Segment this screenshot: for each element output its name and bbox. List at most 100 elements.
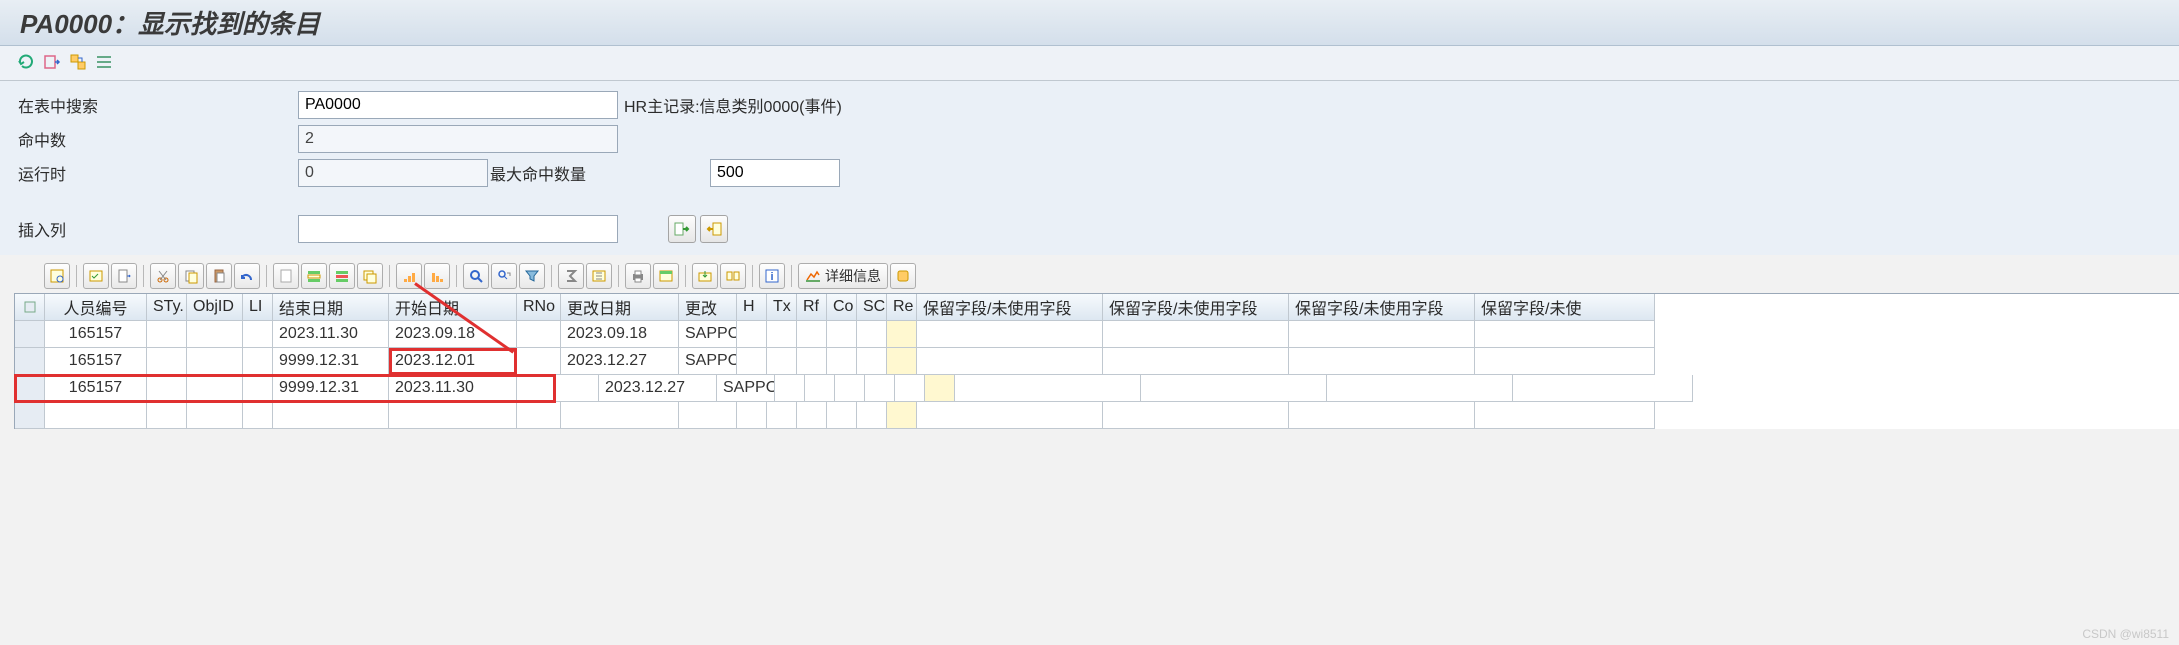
cell-changeuser: SAPPO [679, 348, 737, 375]
row-selector[interactable] [15, 321, 45, 348]
cell [147, 321, 187, 348]
table-row[interactable]: 165157 9999.12.31 2023.12.01 2023.12.27 … [15, 348, 2179, 375]
cell [955, 375, 1141, 402]
cell [1103, 402, 1289, 429]
col-sty[interactable]: STy. [147, 294, 187, 321]
table-row-empty [15, 402, 2179, 429]
col-selector[interactable] [15, 294, 45, 321]
find-icon[interactable] [463, 263, 489, 289]
col-re[interactable]: Re [887, 294, 917, 321]
hits-label: 命中数 [18, 127, 298, 151]
col-li[interactable]: LI [243, 294, 273, 321]
info-icon[interactable]: i [759, 263, 785, 289]
find-next-icon[interactable] [491, 263, 517, 289]
cell [147, 348, 187, 375]
col-objid[interactable]: ObjID [187, 294, 243, 321]
cell-pernr: 165157 [45, 348, 147, 375]
insertcol-input[interactable] [298, 215, 618, 243]
cell [857, 348, 887, 375]
cell [827, 321, 857, 348]
cell [1475, 321, 1655, 348]
duplicate-row-icon[interactable] [357, 263, 383, 289]
col-reserved-2[interactable]: 保留字段/未使用字段 [1103, 294, 1289, 321]
search-input[interactable] [298, 91, 618, 119]
attachment-icon[interactable] [890, 263, 916, 289]
cell [737, 402, 767, 429]
cell-begdate: 2023.12.01 [389, 348, 517, 375]
export-icon[interactable] [692, 263, 718, 289]
cell [187, 321, 243, 348]
navigate-icon[interactable] [40, 50, 64, 74]
col-reserved-4[interactable]: 保留字段/未使 [1475, 294, 1655, 321]
cell [1289, 348, 1475, 375]
check-icon[interactable] [83, 263, 109, 289]
row-selector[interactable] [15, 348, 45, 375]
app-toolbar [0, 46, 2179, 81]
detail-info-label: 详细信息 [825, 266, 881, 286]
cell [1289, 321, 1475, 348]
cell-re [925, 375, 955, 402]
undo-icon[interactable] [234, 263, 260, 289]
col-h[interactable]: H [737, 294, 767, 321]
cell [775, 375, 805, 402]
col-tx[interactable]: Tx [767, 294, 797, 321]
col-pernr[interactable]: 人员编号 [45, 294, 147, 321]
details-icon[interactable] [44, 263, 70, 289]
svg-text:i: i [770, 271, 773, 283]
subtotal-icon[interactable] [586, 263, 612, 289]
cell [147, 375, 187, 402]
table-row[interactable]: 165157 2023.11.30 2023.09.18 2023.09.18 … [15, 321, 2179, 348]
cell [917, 321, 1103, 348]
cell [389, 402, 517, 429]
col-enddate[interactable]: 结束日期 [273, 294, 389, 321]
table-row[interactable]: 165157 9999.12.31 2023.11.30 [15, 375, 555, 402]
col-reserved-1[interactable]: 保留字段/未使用字段 [917, 294, 1103, 321]
new-row-icon[interactable] [273, 263, 299, 289]
cell-enddate: 9999.12.31 [273, 375, 389, 402]
doc-nav-icon[interactable] [111, 263, 137, 289]
cell-changedate: 2023.12.27 [599, 375, 717, 402]
layout-icon[interactable] [653, 263, 679, 289]
cell [45, 402, 147, 429]
detail-info-button[interactable]: 详细信息 [798, 263, 888, 289]
col-rno[interactable]: RNo [517, 294, 561, 321]
move-left-button[interactable] [700, 215, 728, 243]
sort-desc-icon[interactable] [424, 263, 450, 289]
paste-icon[interactable] [206, 263, 232, 289]
cell [187, 348, 243, 375]
watermark: CSDN @wi8511 [2082, 627, 2169, 641]
table-row[interactable]: 2023.12.27 SAPPO [555, 375, 2179, 402]
insert-row-icon[interactable] [301, 263, 327, 289]
sum-icon[interactable] [558, 263, 584, 289]
list-icon[interactable] [92, 50, 116, 74]
copy-icon[interactable] [178, 263, 204, 289]
row-selector[interactable] [15, 375, 45, 402]
link-icon[interactable] [66, 50, 90, 74]
maxhits-value[interactable] [710, 159, 840, 187]
col-co[interactable]: Co [827, 294, 857, 321]
cell-re [887, 321, 917, 348]
filter-icon[interactable] [519, 263, 545, 289]
cut-icon[interactable] [150, 263, 176, 289]
search-label: 在表中搜索 [18, 93, 298, 117]
col-sc[interactable]: SC [857, 294, 887, 321]
delete-row-icon[interactable] [329, 263, 355, 289]
cell [737, 348, 767, 375]
page-title: PA0000：显示找到的条目 [20, 4, 320, 41]
row-selector[interactable] [15, 402, 45, 429]
col-changeuser[interactable]: 更改 [679, 294, 737, 321]
col-reserved-3[interactable]: 保留字段/未使用字段 [1289, 294, 1475, 321]
cell-pernr: 165157 [45, 375, 147, 402]
col-rf[interactable]: Rf [797, 294, 827, 321]
cell [1513, 375, 1693, 402]
maxhits-label: 最大命中数量 [490, 161, 610, 185]
cell [887, 402, 917, 429]
move-right-button[interactable] [668, 215, 696, 243]
cell [517, 321, 561, 348]
cell [1103, 348, 1289, 375]
refresh-icon[interactable] [14, 50, 38, 74]
view-icon[interactable] [720, 263, 746, 289]
cell [737, 321, 767, 348]
col-changedate[interactable]: 更改日期 [561, 294, 679, 321]
print-icon[interactable] [625, 263, 651, 289]
